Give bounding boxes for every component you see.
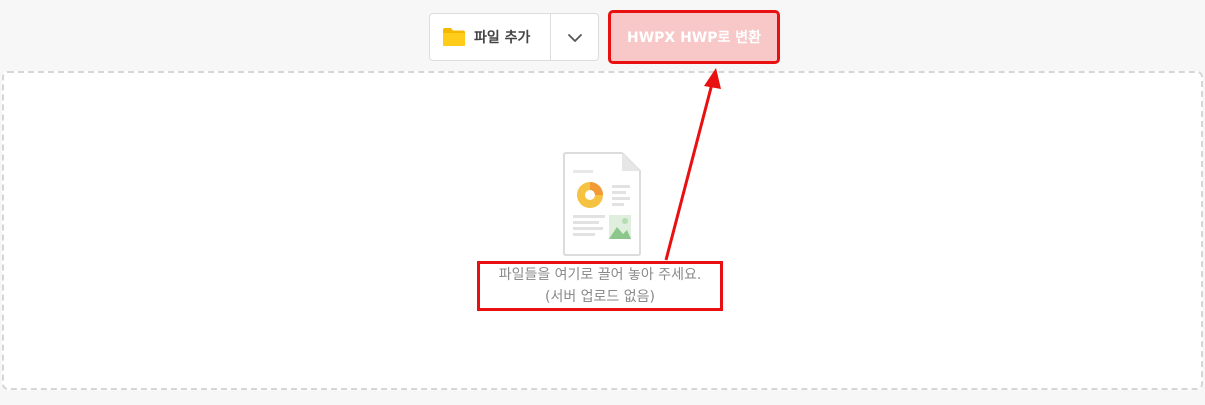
toolbar: 파일 추가 HWPX HWP로 변환 [429,10,780,64]
chevron-down-icon [567,28,583,47]
document-illustration-icon [562,151,642,257]
add-file-dropdown-button[interactable] [551,14,598,60]
convert-button[interactable]: HWPX HWP로 변환 [608,10,780,64]
page: 파일 추가 HWPX HWP로 변환 파일들을 여기로 끌어 놓아 주세요. (… [0,0,1205,405]
folder-icon [442,27,466,47]
drop-instructions: 파일들을 여기로 끌어 놓아 주세요. (서버 업로드 없음) [477,261,723,311]
add-file-button[interactable]: 파일 추가 [430,14,551,60]
add-file-label: 파일 추가 [474,30,531,46]
drop-instructions-line1: 파일들을 여기로 끌어 놓아 주세요. [498,267,702,283]
drop-instructions-line2: (서버 업로드 없음) [545,289,655,305]
add-file-group: 파일 추가 [429,13,599,61]
